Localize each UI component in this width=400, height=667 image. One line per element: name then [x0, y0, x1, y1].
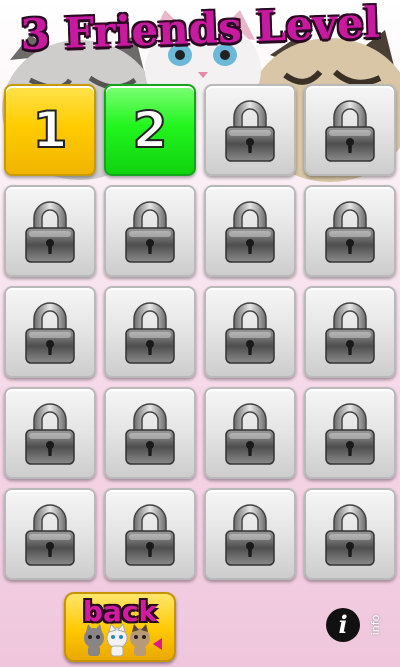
locked-level-button[interactable]: [204, 84, 296, 176]
locked-level-button[interactable]: [4, 488, 96, 580]
locked-level-button[interactable]: [304, 286, 396, 378]
padlock-icon: [321, 400, 379, 466]
locked-level-button[interactable]: [304, 185, 396, 277]
padlock-icon: [221, 198, 279, 264]
locked-level-button[interactable]: [104, 488, 196, 580]
padlock-icon: [221, 400, 279, 466]
level-button-1[interactable]: 1: [4, 84, 96, 176]
padlock-icon: [321, 501, 379, 567]
padlock-icon: [121, 299, 179, 365]
padlock-icon: [221, 97, 279, 163]
locked-level-button[interactable]: [304, 387, 396, 479]
padlock-icon: [21, 501, 79, 567]
cat-trio-icon: [84, 624, 162, 657]
level-grid: 12: [4, 84, 396, 580]
locked-level-button[interactable]: [4, 286, 96, 378]
padlock-icon: [321, 97, 379, 163]
level-number: 1: [32, 101, 69, 159]
locked-level-button[interactable]: [204, 286, 296, 378]
locked-level-button[interactable]: [104, 286, 196, 378]
locked-level-button[interactable]: [104, 387, 196, 479]
locked-level-button[interactable]: [4, 387, 96, 479]
locked-level-button[interactable]: [204, 488, 296, 580]
locked-level-button[interactable]: [104, 185, 196, 277]
padlock-icon: [21, 198, 79, 264]
padlock-icon: [121, 501, 179, 567]
back-button[interactable]: back: [64, 592, 176, 662]
locked-level-button[interactable]: [4, 185, 96, 277]
info-button[interactable]: i: [326, 608, 360, 642]
padlock-icon: [21, 400, 79, 466]
info-icon: i: [338, 610, 348, 639]
padlock-icon: [321, 299, 379, 365]
level-number: 2: [132, 101, 169, 159]
padlock-icon: [321, 198, 379, 264]
locked-level-button[interactable]: [304, 488, 396, 580]
padlock-icon: [221, 299, 279, 365]
locked-level-button[interactable]: [204, 185, 296, 277]
level-button-2[interactable]: 2: [104, 84, 196, 176]
info-label: info: [369, 614, 382, 636]
padlock-icon: [121, 400, 179, 466]
padlock-icon: [221, 501, 279, 567]
locked-level-button[interactable]: [304, 84, 396, 176]
padlock-icon: [121, 198, 179, 264]
locked-level-button[interactable]: [204, 387, 296, 479]
padlock-icon: [21, 299, 79, 365]
